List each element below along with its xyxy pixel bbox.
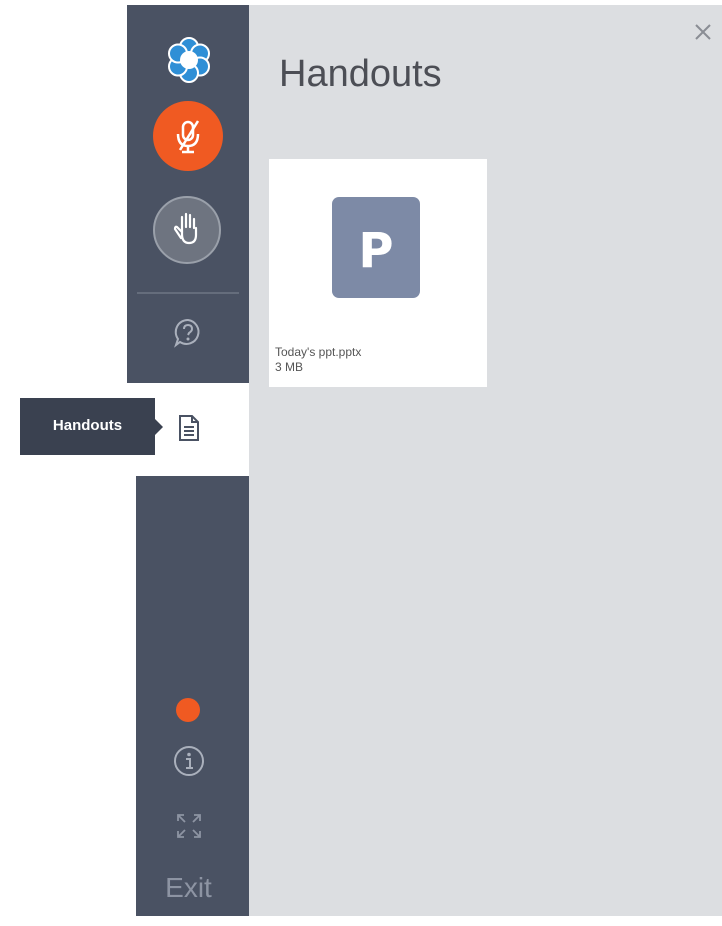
file-size: 3 MB xyxy=(275,360,304,374)
sidebar-divider xyxy=(137,292,239,294)
raise-hand-button[interactable] xyxy=(153,196,221,264)
microphone-muted-icon xyxy=(176,120,200,154)
pptx-file-icon: P xyxy=(332,197,420,298)
file-icon-letter: P xyxy=(358,223,394,279)
mute-microphone-button[interactable] xyxy=(153,101,223,171)
questions-button[interactable] xyxy=(171,316,205,350)
info-icon xyxy=(174,746,204,776)
tooltip-label: Handouts xyxy=(52,417,123,434)
panel-title: Handouts xyxy=(279,53,442,95)
file-name: Today's ppt.pptx xyxy=(275,345,362,359)
file-card[interactable]: P Today's ppt.pptx 3 MB xyxy=(269,159,487,387)
exit-button[interactable]: Exit xyxy=(136,872,241,904)
handouts-panel: Handouts P Today's ppt.pptx 3 MB xyxy=(249,5,722,916)
raise-hand-icon xyxy=(173,212,198,245)
info-button[interactable] xyxy=(172,744,206,778)
handouts-tooltip: Handouts xyxy=(20,398,155,455)
close-button[interactable] xyxy=(690,19,716,45)
handouts-button[interactable] xyxy=(176,413,202,443)
fullscreen-icon xyxy=(177,814,201,838)
sidebar-bottom xyxy=(136,476,249,916)
document-icon xyxy=(179,415,199,441)
status-indicator xyxy=(176,698,200,722)
close-icon xyxy=(695,24,711,40)
question-chat-icon xyxy=(174,318,200,348)
app-logo-icon xyxy=(168,37,210,83)
fullscreen-button[interactable] xyxy=(174,811,204,841)
tooltip-arrow xyxy=(155,419,163,435)
app-logo[interactable] xyxy=(163,34,215,86)
